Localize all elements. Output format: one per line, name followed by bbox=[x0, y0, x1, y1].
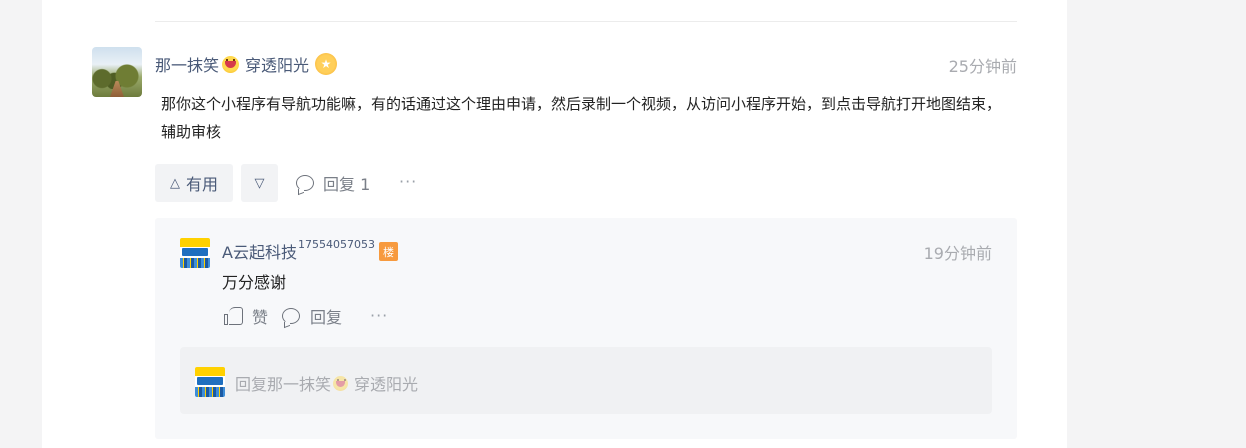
divider bbox=[155, 21, 1017, 22]
useful-button[interactable]: △ 有用 bbox=[155, 164, 233, 202]
like-label[interactable]: 赞 bbox=[252, 304, 268, 328]
downvote-triangle-icon: ▽ bbox=[254, 175, 265, 191]
comment-bubble-icon bbox=[296, 175, 314, 191]
comment-author[interactable]: 那一抹笑 穿透阳光 ★ bbox=[155, 52, 338, 76]
reply-author-name[interactable]: A云起科技 bbox=[222, 239, 297, 263]
useful-label: 有用 bbox=[185, 175, 218, 194]
logo-band bbox=[195, 367, 225, 376]
logo-bottom bbox=[180, 258, 210, 268]
comment-content: 那你这个小程序有导航功能嘛，有的话通过这个理由申请，然后录制一个视频，从访问小程… bbox=[161, 95, 1002, 141]
reply-count-label: 回复 1 bbox=[323, 175, 371, 194]
floor-owner-badge: 楼 bbox=[378, 242, 398, 261]
downvote-button[interactable]: ▽ bbox=[241, 164, 278, 202]
reply-author-avatar[interactable] bbox=[180, 238, 210, 268]
logo-band bbox=[180, 238, 210, 247]
grinning-face-emoji-icon bbox=[222, 55, 240, 73]
reply-content: 万分感谢 bbox=[222, 273, 287, 292]
thumbs-up-icon[interactable] bbox=[224, 306, 244, 326]
star-medal-icon: ★ bbox=[315, 53, 338, 75]
current-user-avatar bbox=[195, 367, 225, 397]
placeholder-suffix: 穿透阳光 bbox=[354, 375, 419, 394]
more-options-button[interactable]: ··· bbox=[399, 172, 417, 191]
upvote-triangle-icon: △ bbox=[169, 175, 180, 191]
reply-more-options-button[interactable]: ··· bbox=[370, 306, 388, 325]
logo-bottom bbox=[195, 387, 225, 397]
reply-input-placeholder[interactable]: 回复那一抹笑 穿透阳光 bbox=[235, 371, 418, 395]
reply-button[interactable]: 回复 1 bbox=[296, 171, 370, 195]
placeholder-prefix: 回复那一抹笑 bbox=[235, 375, 332, 394]
user-avatar[interactable] bbox=[92, 47, 142, 97]
comment-time: 25分钟前 bbox=[948, 57, 1017, 76]
comment-bubble-icon[interactable] bbox=[282, 308, 301, 324]
logo-mid bbox=[182, 248, 208, 256]
author-name[interactable]: 那一抹笑 bbox=[155, 52, 219, 76]
reply-author-sup: 17554057053 bbox=[297, 238, 375, 251]
reply-actions: 赞 回复 bbox=[224, 304, 342, 328]
reply-label[interactable]: 回复 bbox=[310, 304, 342, 328]
logo-mid bbox=[197, 377, 223, 385]
reply-author[interactable]: A云起科技 17554057053 楼 bbox=[222, 239, 398, 263]
reply-time: 19分钟前 bbox=[923, 244, 992, 263]
author-name-suffix[interactable]: 穿透阳光 bbox=[245, 52, 309, 76]
grinning-face-emoji-icon bbox=[333, 375, 349, 391]
